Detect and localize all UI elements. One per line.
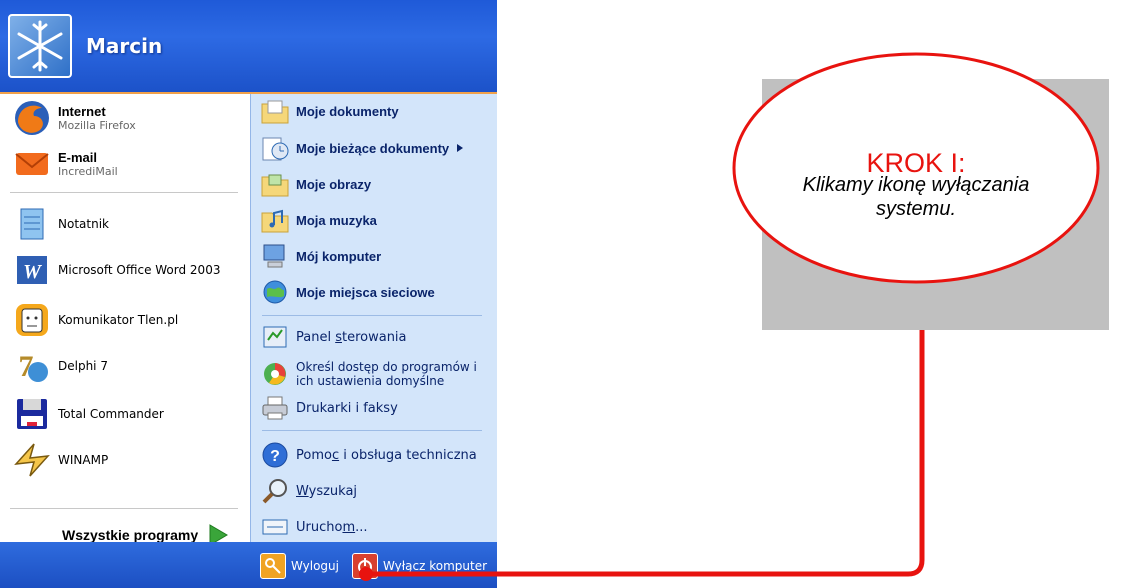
pinned-item-internet[interactable]: Internet Mozilla Firefox bbox=[12, 98, 136, 138]
shutdown-label: Wyłącz komputer bbox=[383, 559, 488, 573]
delphi-icon: 7 bbox=[19, 350, 48, 383]
recent-item-word[interactable]: W Microsoft Office Word 2003 bbox=[12, 250, 220, 290]
logoff-button[interactable]: Wyloguj bbox=[260, 553, 339, 579]
pinned-title: Internet bbox=[58, 104, 106, 119]
recent-item-tlen[interactable]: Komunikator Tlen.pl bbox=[12, 300, 178, 340]
folder-music-icon bbox=[261, 209, 289, 233]
place-moje-miejsca-sieciowe[interactable]: Moje miejsca sieciowe bbox=[260, 277, 435, 307]
system-panel-sterowania[interactable]: Panel sterowania bbox=[260, 322, 407, 352]
folder-pictures-icon bbox=[261, 174, 289, 197]
network-places-icon bbox=[263, 280, 287, 304]
system-label: Drukarki i faksy bbox=[296, 400, 398, 416]
notepad-icon bbox=[20, 208, 44, 240]
logoff-key-icon bbox=[260, 553, 286, 579]
control-panel-icon bbox=[263, 326, 287, 348]
my-computer-icon bbox=[263, 244, 285, 268]
help-uruchom[interactable]: Uruchom... bbox=[260, 512, 368, 542]
place-label: Moje dokumenty bbox=[296, 103, 399, 119]
help-label: Uruchom... bbox=[296, 519, 368, 535]
recent-item-totalcommander[interactable]: Total Commander bbox=[12, 394, 164, 434]
place-moja-muzyka[interactable]: Moja muzyka bbox=[260, 205, 377, 235]
printer-icon bbox=[262, 396, 288, 420]
system-label-line1: Określ dostęp do programów i bbox=[296, 360, 477, 374]
divider bbox=[262, 315, 482, 316]
place-label: Mój komputer bbox=[296, 248, 382, 264]
help-label: Pomoc i obsługa techniczna bbox=[296, 447, 477, 463]
callout-line-2: systemu. bbox=[875, 198, 957, 220]
snowflake-icon bbox=[17, 20, 63, 72]
pinned-item-email[interactable]: E-mail IncrediMail bbox=[12, 144, 118, 184]
recent-documents-icon bbox=[262, 137, 289, 161]
user-name: Marcin bbox=[86, 34, 163, 58]
system-label-line2: ich ustawienia domyślne bbox=[296, 374, 445, 388]
help-icon: ? bbox=[262, 442, 288, 468]
divider bbox=[262, 430, 482, 431]
tlen-icon bbox=[16, 304, 48, 336]
system-program-access[interactable]: Określ dostęp do programów i ich ustawien… bbox=[260, 359, 477, 389]
recent-label: WINAMP bbox=[58, 453, 109, 467]
place-label: Moje bieżące dokumenty bbox=[296, 140, 450, 156]
start-menu: Marcin Internet Mozilla Firefox E-mail Inc… bbox=[0, 0, 497, 588]
totalcommander-icon bbox=[17, 399, 47, 429]
place-label: Moja muzyka bbox=[296, 212, 377, 228]
shutdown-icon bbox=[352, 553, 378, 579]
place-moj-komputer[interactable]: Mój komputer bbox=[260, 241, 381, 271]
search-icon bbox=[262, 479, 287, 504]
system-label: Panel sterowania bbox=[296, 329, 407, 345]
shutdown-button[interactable]: Wyłącz komputer bbox=[352, 553, 487, 579]
submenu-arrow-icon bbox=[457, 144, 464, 152]
place-label: Moje obrazy bbox=[296, 176, 372, 192]
place-label: Moje miejsca sieciowe bbox=[296, 284, 435, 300]
program-access-icon bbox=[264, 363, 286, 385]
recent-label: Delphi 7 bbox=[58, 359, 108, 373]
firefox-icon bbox=[15, 101, 49, 135]
logoff-label: Wyloguj bbox=[291, 559, 339, 573]
pinned-subtitle: IncrediMail bbox=[58, 165, 118, 178]
recent-label: Notatnik bbox=[58, 217, 109, 231]
svg-text:W: W bbox=[23, 261, 42, 283]
recent-label: Microsoft Office Word 2003 bbox=[58, 263, 221, 277]
divider bbox=[10, 192, 238, 193]
recent-label: Total Commander bbox=[58, 407, 164, 421]
pinned-subtitle: Mozilla Firefox bbox=[58, 119, 136, 132]
winamp-icon bbox=[14, 443, 50, 477]
help-pomoc[interactable]: ? Pomoc i obsługa techniczna bbox=[260, 440, 477, 470]
recent-item-notatnik[interactable]: Notatnik bbox=[12, 204, 109, 244]
pinned-title: E-mail bbox=[58, 150, 98, 165]
folder-documents-icon bbox=[261, 100, 289, 124]
system-drukarki-i-faksy[interactable]: Drukarki i faksy bbox=[260, 393, 398, 423]
recent-label: Komunikator Tlen.pl bbox=[58, 313, 179, 327]
run-icon bbox=[262, 519, 288, 535]
callout-text: Klikamy ikonę wyłączania systemu. bbox=[732, 173, 1100, 221]
recent-item-winamp[interactable]: WINAMP bbox=[12, 440, 108, 480]
callout-line-1: Klikamy ikonę wyłączania bbox=[802, 174, 1030, 196]
svg-text:?: ? bbox=[270, 448, 280, 465]
place-moje-biezace-dokumenty[interactable]: Moje bieżące dokumenty bbox=[260, 133, 465, 163]
divider bbox=[10, 508, 238, 509]
all-programs-label: Wszystkie programy bbox=[62, 527, 199, 543]
help-label: Wyszukaj bbox=[296, 483, 358, 499]
start-menu-header: Marcin bbox=[0, 0, 497, 94]
svg-text:7: 7 bbox=[19, 350, 34, 383]
user-avatar[interactable] bbox=[8, 14, 72, 78]
help-wyszukaj[interactable]: Wyszukaj bbox=[260, 476, 357, 506]
word-icon: W bbox=[17, 256, 47, 284]
place-moje-dokumenty[interactable]: Moje dokumenty bbox=[260, 96, 399, 126]
recent-item-delphi[interactable]: 7 Delphi 7 bbox=[12, 346, 108, 386]
incredimail-icon bbox=[15, 153, 49, 175]
place-moje-obrazy[interactable]: Moje obrazy bbox=[260, 169, 371, 199]
